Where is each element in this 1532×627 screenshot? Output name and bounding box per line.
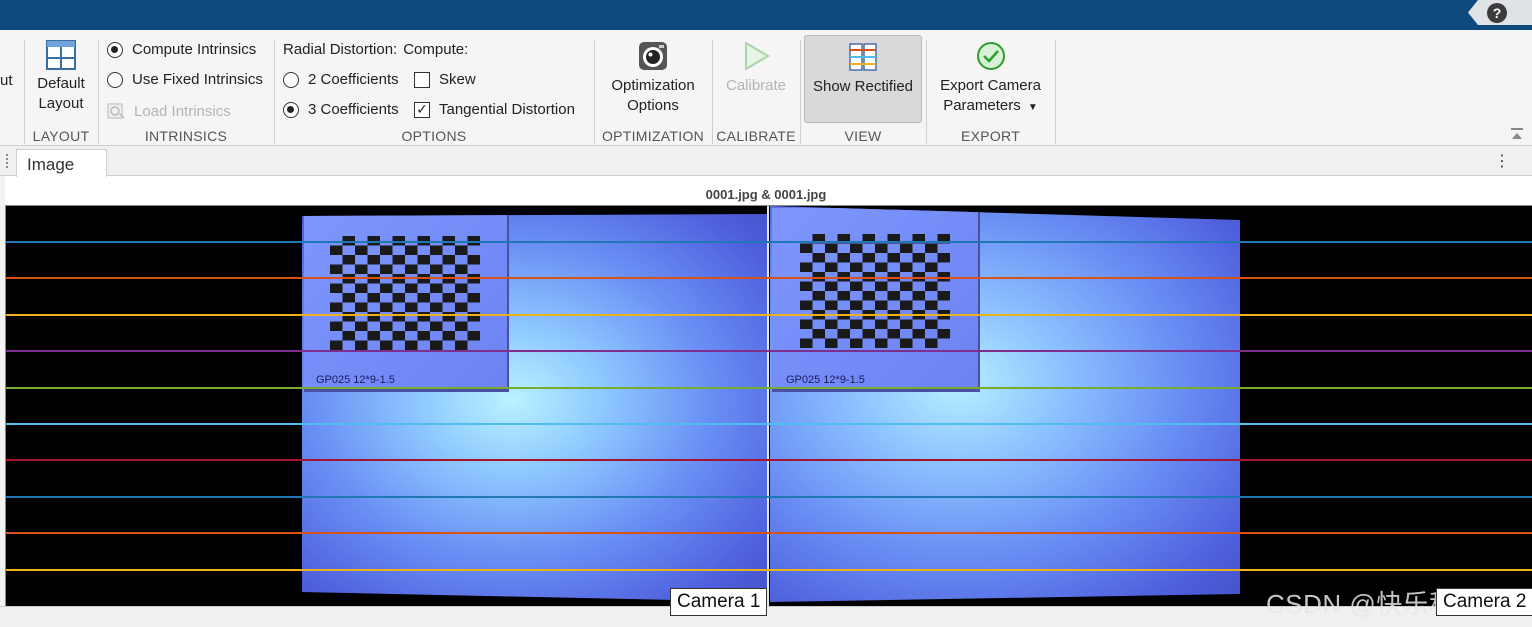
optimization-label-line1: Optimization [611,77,695,94]
check-circle-icon [976,42,1005,70]
optimization-section: Optimization Options OPTIMIZATION [595,38,711,144]
use-fixed-intrinsics-label: Use Fixed Intrinsics [132,71,263,88]
stereo-divider [767,206,769,606]
figure-title: 0001.jpg & 0001.jpg [705,187,827,202]
calibrate-button[interactable]: Calibrate [713,38,799,96]
camera1-image: GP025 12*9-1.5 [302,214,767,602]
drag-grip-icon[interactable] [6,154,11,168]
tangential-distortion-checkbox[interactable]: ✓ Tangential Distortion [414,101,575,118]
checkerboard-right [800,234,950,348]
epipolar-line [6,387,1532,389]
board-label-left: GP025 12*9-1.5 [316,374,395,386]
three-coefficients-radio[interactable]: 3 Coefficients [283,101,399,118]
epipolar-line [6,350,1532,352]
two-coefficients-radio[interactable]: 2 Coefficients [283,71,399,88]
two-coefficients-label: 2 Coefficients [308,71,399,88]
play-icon [745,41,770,71]
radio-unselected-icon [107,71,123,88]
epipolar-line [6,277,1532,279]
tab-image[interactable]: Image [16,149,107,177]
export-label-line1: Export Camera [940,77,1041,94]
export-label-line2-text: Parameters [943,97,1021,114]
export-label-line2: Parameters ▼ [927,96,1054,118]
help-icon[interactable]: ? [1487,3,1507,23]
camera1-label: Camera 1 [670,588,768,616]
export-camera-parameters-button[interactable]: Export Camera Parameters ▼ [927,38,1054,118]
epipolar-line [6,241,1532,243]
radial-distortion-text: Radial Distortion: [283,41,398,58]
layout-section-label: LAYOUT [32,128,90,144]
optimization-options-button[interactable]: Optimization Options [595,38,711,116]
epipolar-line [6,459,1532,461]
checkbox-checked-icon: ✓ [414,101,430,118]
calibrate-section: Calibrate CALIBRATE [713,38,799,144]
show-rectified-label: Show Rectified [812,78,914,95]
checkbox-unchecked-icon [414,71,430,88]
use-fixed-intrinsics-radio[interactable]: Use Fixed Intrinsics [107,71,263,88]
document-tab-strip: Image ⋮ [0,146,1532,177]
load-intrinsics-button[interactable]: Load Intrinsics [106,101,231,121]
view-section: Show Rectified VIEW [801,35,925,144]
partial-layout-label: ut [0,72,13,89]
calibration-board-right: GP025 12*9-1.5 [772,208,980,392]
view-section-label: VIEW [844,128,882,144]
tangential-distortion-label: Tangential Distortion [439,101,575,118]
show-rectified-button[interactable]: Show Rectified [804,35,922,123]
camera-lens-icon [639,42,667,70]
epipolar-line [6,496,1532,498]
grid-layout-icon [46,40,76,70]
radio-selected-icon [107,41,123,58]
dropdown-arrow-icon[interactable]: ▼ [1028,102,1038,113]
rectified-view-icon [849,43,877,71]
epipolar-line [6,423,1532,425]
kebab-menu-icon[interactable]: ⋮ [1494,151,1510,171]
compute-intrinsics-label: Compute Intrinsics [132,41,257,58]
compute-label: Compute: [403,41,469,58]
default-layout-label-line1: Default [37,75,85,92]
title-bar: ? [0,0,1532,30]
radio-unselected-icon [283,71,299,88]
skew-checkbox[interactable]: Skew [414,71,476,88]
camera2-image: GP025 12*9-1.5 [770,206,1240,602]
optimization-label-line2: Options [627,97,679,114]
skew-label: Skew [439,71,476,88]
toolstrip-ribbon: ut Default Layout LAYOUT Compute Intrins… [0,30,1532,146]
epipolar-line [6,532,1532,534]
camera2-label: Camera 2 [1436,588,1532,616]
load-intrinsics-icon [107,103,125,119]
load-intrinsics-label: Load Intrinsics [134,102,231,120]
export-section: Export Camera Parameters ▼ EXPORT [927,38,1054,144]
rectified-image-viewport[interactable]: GP025 12*9-1.5 GP025 12*9-1.5 [5,205,1532,606]
options-section-label: OPTIONS [401,128,467,144]
board-label-right: GP025 12*9-1.5 [786,374,865,386]
default-layout-label-line2: Layout [38,95,84,112]
collapse-ribbon-icon[interactable] [1510,127,1524,141]
epipolar-line [6,314,1532,316]
calibrate-label: Calibrate [725,77,787,94]
optimization-section-label: OPTIMIZATION [601,128,705,144]
intrinsics-section: Compute Intrinsics Use Fixed Intrinsics … [99,38,273,144]
calibrate-section-label: CALIBRATE [716,128,796,144]
options-section: Radial Distortion: Compute: 2 Coefficien… [275,38,593,144]
radial-distortion-label: Radial Distortion: Compute: [283,41,468,58]
epipolar-line [6,569,1532,571]
compute-intrinsics-radio[interactable]: Compute Intrinsics [107,41,256,58]
intrinsics-section-label: INTRINSICS [144,128,228,144]
export-section-label: EXPORT [960,128,1021,144]
checkerboard-left [330,236,480,350]
three-coefficients-label: 3 Coefficients [308,101,399,118]
layout-section: Default Layout LAYOUT [25,38,97,144]
default-layout-button[interactable]: Default Layout [25,38,97,114]
radio-selected-icon [283,101,299,118]
